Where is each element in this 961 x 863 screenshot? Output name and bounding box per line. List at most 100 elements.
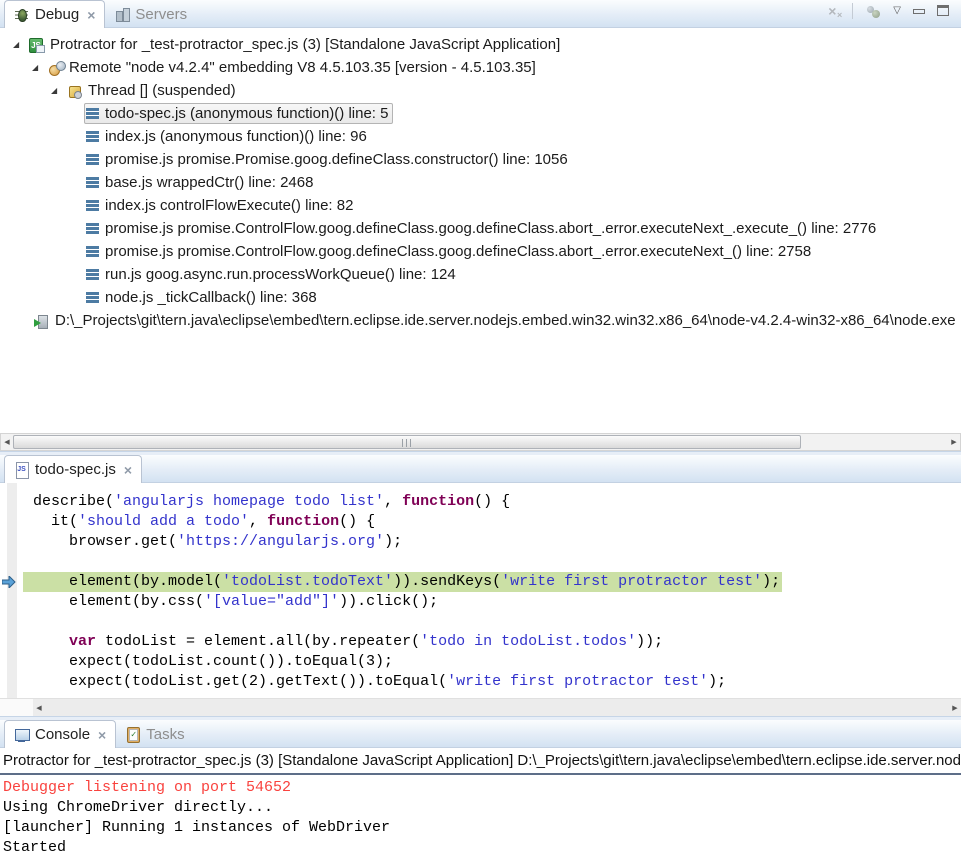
code-line-text [23, 612, 33, 632]
code-line[interactable]: describe('angularjs homepage todo list',… [23, 492, 961, 512]
code-line[interactable] [23, 552, 961, 572]
scrollbar-track[interactable]: ◀ ▶ [33, 699, 961, 716]
code-line[interactable] [23, 612, 961, 632]
debug-options-icon[interactable] [865, 3, 881, 19]
console-output: Debugger listening on port 54652Using Ch… [0, 775, 961, 863]
debug-tree-row[interactable]: ◢Remote "node v4.2.4" embedding V8 4.5.1… [0, 56, 961, 79]
tab-servers[interactable]: Servers [105, 1, 196, 27]
console-icon [14, 727, 30, 743]
stack-frame-row[interactable]: index.js controlFlowExecute() line: 82 [0, 194, 961, 217]
tree-item-label: node.js _tickCallback() line: 368 [105, 289, 317, 306]
code-line-text [23, 552, 33, 572]
console-line: Debugger listening on port 54652 [3, 778, 961, 798]
close-icon[interactable]: × [87, 9, 95, 21]
code-line-text: it('should add a todo', function() { [23, 512, 375, 532]
tree-item-box: Thread [] (suspended) [65, 80, 241, 101]
debug-tab-bar: Debug × Servers ×× ▽ [0, 0, 961, 28]
scroll-right-icon[interactable]: ▶ [949, 699, 961, 717]
tree-item-box: D:\_Projects\git\tern.java\eclipse\embed… [32, 310, 961, 331]
stack-frame-row[interactable]: node.js _tickCallback() line: 368 [0, 286, 961, 309]
stack-frame-row[interactable]: promise.js promise.ControlFlow.goog.defi… [0, 240, 961, 263]
tree-item-label: promise.js promise.Promise.goog.defineCl… [105, 151, 568, 168]
stack-frame-icon [86, 102, 100, 125]
close-icon[interactable]: × [98, 729, 106, 741]
scrollbar-pad [0, 699, 33, 716]
code-editor[interactable]: describe('angularjs homepage todo list',… [0, 483, 961, 698]
stack-frame-icon [86, 171, 100, 194]
code-line[interactable]: expect(todoList.get(2).getText()).toEqua… [23, 672, 961, 692]
tree-item-label: Thread [] (suspended) [88, 82, 236, 99]
expand-arrow-icon[interactable]: ◢ [32, 56, 46, 79]
debug-tree-row[interactable]: D:\_Projects\git\tern.java\eclipse\embed… [0, 309, 961, 332]
tab-label: Tasks [146, 726, 184, 743]
tab-todo-spec[interactable]: todo-spec.js × [4, 455, 142, 483]
tree-item-box: index.js controlFlowExecute() line: 82 [84, 195, 358, 216]
servers-icon [114, 6, 130, 22]
code-line-text: element(by.css('[value="add"]')).click()… [23, 592, 438, 612]
tab-label: todo-spec.js [35, 461, 116, 478]
console-view: Console × Tasks Protractor for _test-pro… [0, 720, 961, 863]
debug-horizontal-scrollbar[interactable]: ◀ ▶ [0, 433, 961, 451]
stack-frame-icon [86, 286, 100, 309]
code-line[interactable]: element(by.css('[value="add"]')).click()… [23, 592, 961, 612]
stack-frame-row[interactable]: index.js (anonymous function)() line: 96 [0, 125, 961, 148]
stack-frame-icon [86, 148, 100, 171]
tree-item-box: index.js (anonymous function)() line: 96 [84, 126, 372, 147]
scroll-left-icon[interactable]: ◀ [1, 434, 13, 450]
stack-frame-row[interactable]: todo-spec.js (anonymous function)() line… [0, 102, 961, 125]
code-line[interactable]: browser.get('https://angularjs.org'); [23, 532, 961, 552]
code-line-text: var todoList = element.all(by.repeater('… [23, 632, 663, 652]
code-line-text: browser.get('https://angularjs.org'); [23, 532, 402, 552]
tab-tasks[interactable]: Tasks [116, 721, 193, 747]
js-launch-icon [29, 37, 45, 53]
code-lines: describe('angularjs homepage todo list',… [23, 492, 961, 692]
scroll-right-icon[interactable]: ▶ [948, 434, 960, 450]
tree-item-box: Protractor for _test-protractor_spec.js … [27, 34, 565, 55]
code-line[interactable]: element(by.model('todoList.todoText')).s… [23, 572, 961, 592]
remove-all-terminated-icon[interactable]: ×× [824, 3, 840, 19]
tree-item-box: node.js _tickCallback() line: 368 [84, 287, 322, 308]
tab-console[interactable]: Console × [4, 720, 116, 748]
thread-icon [67, 83, 83, 99]
scrollbar-thumb[interactable] [13, 435, 801, 449]
expand-arrow-icon[interactable]: ◢ [51, 79, 65, 102]
instruction-pointer-icon [2, 576, 16, 588]
stack-frame-row[interactable]: run.js goog.async.run.processWorkQueue()… [0, 263, 961, 286]
scroll-left-icon[interactable]: ◀ [33, 699, 45, 717]
bug-icon [14, 7, 30, 23]
view-menu-icon[interactable]: ▽ [893, 3, 901, 19]
tree-item-label: index.js (anonymous function)() line: 96 [105, 128, 367, 145]
editor-tab-bar: todo-spec.js × [0, 455, 961, 483]
editor-horizontal-scrollbar[interactable]: ◀ ▶ [0, 698, 961, 716]
code-line[interactable]: it('should add a todo', function() { [23, 512, 961, 532]
tree-item-box: promise.js promise.ControlFlow.goog.defi… [84, 218, 881, 239]
tree-item-box: base.js wrappedCtr() line: 2468 [84, 172, 318, 193]
current-debug-line: element(by.model('todoList.todoText')).s… [23, 572, 782, 592]
code-line[interactable]: expect(todoList.count()).toEqual(3); [23, 652, 961, 672]
stack-frame-icon [86, 217, 100, 240]
code-line[interactable]: var todoList = element.all(by.repeater('… [23, 632, 961, 652]
tree-item-box: Remote "node v4.2.4" embedding V8 4.5.10… [46, 57, 541, 78]
debug-toolbar: ×× ▽ [824, 3, 961, 19]
tree-item-label: index.js controlFlowExecute() line: 82 [105, 197, 353, 214]
stack-frame-icon [86, 194, 100, 217]
expand-arrow-icon[interactable]: ◢ [13, 33, 27, 56]
stack-frame-row[interactable]: base.js wrappedCtr() line: 2468 [0, 171, 961, 194]
minimize-view-button[interactable] [913, 9, 925, 14]
tab-label: Debug [35, 6, 79, 23]
quickdiff-ruler [7, 483, 17, 698]
stack-frame-row[interactable]: promise.js promise.Promise.goog.defineCl… [0, 148, 961, 171]
console-description: Protractor for _test-protractor_spec.js … [0, 748, 961, 775]
stack-frame-row[interactable]: promise.js promise.ControlFlow.goog.defi… [0, 217, 961, 240]
debug-tree-row[interactable]: ◢ Thread [] (suspended) [0, 79, 961, 102]
tree-item-box: promise.js promise.ControlFlow.goog.defi… [84, 241, 816, 262]
code-line-text: describe('angularjs homepage todo list',… [23, 492, 510, 512]
maximize-view-button[interactable] [937, 5, 949, 16]
toolbar-separator [852, 3, 853, 19]
close-icon[interactable]: × [124, 464, 132, 476]
debug-view: Debug × Servers ×× ▽ ◢Protractor for _te… [0, 0, 961, 451]
tree-item-box: todo-spec.js (anonymous function)() line… [84, 103, 393, 124]
debug-tree-row[interactable]: ◢Protractor for _test-protractor_spec.js… [0, 33, 961, 56]
tree-item-box: promise.js promise.Promise.goog.defineCl… [84, 149, 573, 170]
tab-debug[interactable]: Debug × [4, 0, 105, 28]
